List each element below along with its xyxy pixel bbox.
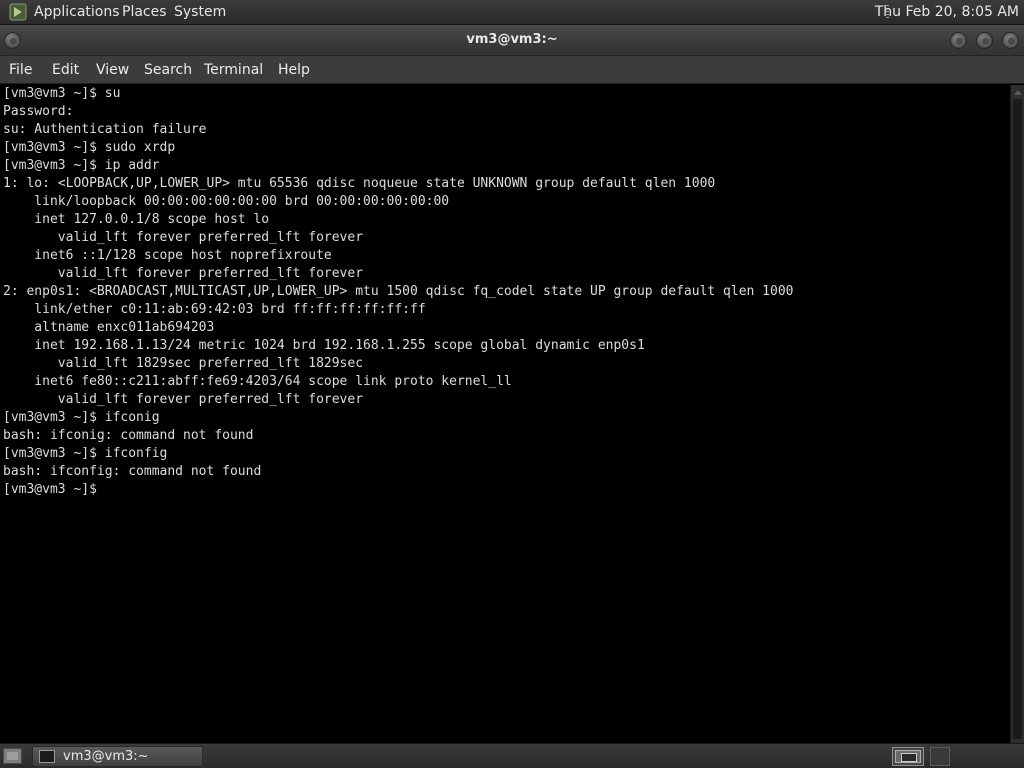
terminal-line: 1: lo: <LOOPBACK,UP,LOWER_UP> mtu 65536 … xyxy=(3,176,716,191)
menu-bar: File Edit View Search Terminal Help xyxy=(0,56,1024,84)
menu-help[interactable]: Help xyxy=(278,62,310,78)
terminal-line: [vm3@vm3 ~]$ ip addr xyxy=(3,158,160,173)
menu-file[interactable]: File xyxy=(9,62,32,78)
bottom-panel: vm3@vm3:~ xyxy=(0,743,1024,768)
terminal-line: link/ether c0:11:ab:69:42:03 brd ff:ff:f… xyxy=(3,302,426,317)
terminal-line: valid_lft 1829sec preferred_lft 1829sec xyxy=(3,356,364,371)
terminal-line: valid_lft forever preferred_lft forever xyxy=(3,392,364,407)
scroll-up-arrow-icon[interactable] xyxy=(1014,90,1022,95)
window-titlebar[interactable]: vm3@vm3:~ xyxy=(0,25,1024,56)
terminal-line: [vm3@vm3 ~]$ ifconfig xyxy=(3,446,168,461)
applications-menu[interactable]: Applications xyxy=(34,4,120,21)
vertical-scrollbar[interactable] xyxy=(1010,85,1024,743)
terminal-line: link/loopback 00:00:00:00:00:00 brd 00:0… xyxy=(3,194,450,209)
terminal-line: altname enxc011ab694203 xyxy=(3,320,215,335)
system-menu[interactable]: System xyxy=(174,4,226,21)
menu-search[interactable]: Search xyxy=(144,62,192,78)
maximize-button[interactable] xyxy=(976,32,993,49)
menu-terminal[interactable]: Terminal xyxy=(204,62,263,78)
taskbar-window-label: vm3@vm3:~ xyxy=(63,749,149,764)
gnome-foot-icon[interactable] xyxy=(9,3,27,21)
terminal-line: inet 127.0.0.1/8 scope host lo xyxy=(3,212,270,227)
menu-edit[interactable]: Edit xyxy=(52,62,79,78)
terminal-line: [vm3@vm3 ~]$ su xyxy=(3,86,121,101)
terminal-line: su: Authentication failure xyxy=(3,122,207,137)
terminal-line: [vm3@vm3 ~]$ sudo xrdp xyxy=(3,140,176,155)
clock[interactable]: Thu Feb 20, 8:05 AM xyxy=(875,4,1019,21)
workspace-1[interactable] xyxy=(895,750,921,763)
close-button[interactable] xyxy=(1002,32,1019,49)
terminal-line: [vm3@vm3 ~]$ ifconig xyxy=(3,410,160,425)
terminal-line: Password: xyxy=(3,104,74,119)
taskbar-window-button[interactable]: vm3@vm3:~ xyxy=(32,746,203,767)
terminal-line: bash: ifconig: command not found xyxy=(3,428,254,443)
terminal-line: 2: enp0s1: <BROADCAST,MULTICAST,UP,LOWER… xyxy=(3,284,794,299)
terminal-line: inet6 fe80::c211:abff:fe69:4203/64 scope… xyxy=(3,374,512,389)
terminal-output: [vm3@vm3 ~]$ su Password: su: Authenticati… xyxy=(3,85,794,499)
show-desktop-icon[interactable] xyxy=(3,748,22,764)
scroll-thumb[interactable] xyxy=(1013,99,1022,739)
workspace-2[interactable] xyxy=(930,747,950,766)
terminal-area[interactable]: [vm3@vm3 ~]$ su Password: su: Authenticati… xyxy=(0,85,1010,743)
workspace-switcher[interactable] xyxy=(892,747,924,766)
terminal-icon xyxy=(39,750,55,763)
terminal-line: inet 192.168.1.13/24 metric 1024 brd 192… xyxy=(3,338,645,353)
places-menu[interactable]: Places xyxy=(122,4,167,21)
terminal-line: bash: ifconfig: command not found xyxy=(3,464,262,479)
minimize-button[interactable] xyxy=(950,32,967,49)
menu-view[interactable]: View xyxy=(96,62,129,78)
terminal-line: [vm3@vm3 ~]$ xyxy=(3,482,97,497)
terminal-line: valid_lft forever preferred_lft forever xyxy=(3,230,364,245)
window-title: vm3@vm3:~ xyxy=(466,32,558,47)
terminal-line: inet6 ::1/128 scope host noprefixroute xyxy=(3,248,332,263)
top-panel: Applications Places System Thu Feb 20, 8… xyxy=(0,0,1024,25)
terminal-line: valid_lft forever preferred_lft forever xyxy=(3,266,364,281)
